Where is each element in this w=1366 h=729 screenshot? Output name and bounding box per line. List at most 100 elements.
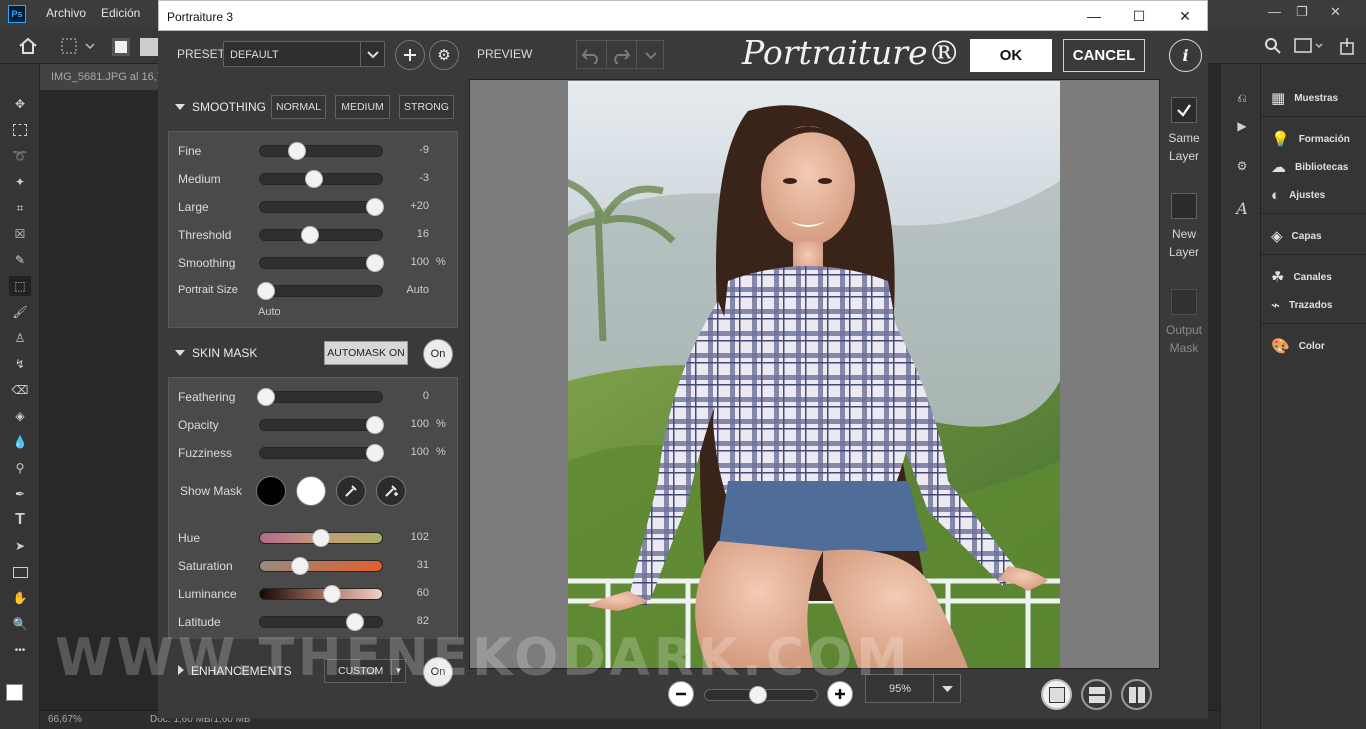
smoothing-strong-button[interactable]: STRONG xyxy=(399,95,454,119)
slider-hue[interactable]: Hue 102 xyxy=(169,527,459,549)
ps-search-icon[interactable] xyxy=(1264,37,1282,55)
history-brush-icon[interactable]: ↯ xyxy=(9,354,31,374)
panel-muestras[interactable]: ▦ Muestras xyxy=(1271,88,1338,108)
ps-minimize-icon[interactable]: — xyxy=(1268,4,1281,19)
enhancements-toggle[interactable]: On xyxy=(423,657,453,687)
bucket-icon[interactable]: ◈ xyxy=(9,406,31,426)
slider-portrait-size[interactable]: Portrait Size Auto xyxy=(169,280,459,302)
selection-new-icon[interactable] xyxy=(112,38,130,56)
slider-luminance[interactable]: Luminance 60 xyxy=(169,583,459,605)
hand-tool-icon[interactable]: ✋ xyxy=(9,588,31,608)
rectangle-tool-icon[interactable] xyxy=(9,562,31,582)
menu-archivo[interactable]: Archivo xyxy=(46,6,86,20)
zoom-select[interactable]: 95% xyxy=(865,674,961,703)
preset-dropdown-button[interactable] xyxy=(360,42,384,66)
show-mask-white-button[interactable] xyxy=(296,476,326,506)
slider-large[interactable]: Large +20 xyxy=(169,196,459,218)
actions-panel-icon[interactable]: ▶ xyxy=(1231,116,1253,136)
dodge-icon[interactable]: ⚲ xyxy=(9,458,31,478)
slider-knob[interactable] xyxy=(287,142,306,160)
enhancements-mode-select[interactable]: CUSTOM ▼ xyxy=(324,659,406,683)
panel-formacion[interactable]: 💡 Formación xyxy=(1271,129,1350,149)
marquee-tool-icon[interactable] xyxy=(60,37,94,55)
dialog-minimize-icon[interactable]: — xyxy=(1079,5,1109,27)
automask-button[interactable]: AUTOMASK ON xyxy=(324,341,408,365)
magic-wand-icon[interactable]: ✦ xyxy=(9,172,31,192)
healing-icon[interactable]: ⬚ xyxy=(9,276,31,296)
zoom-dropdown-button[interactable] xyxy=(933,675,960,702)
slider-threshold[interactable]: Threshold 16 xyxy=(169,224,459,246)
character-panel-icon[interactable]: A xyxy=(1231,198,1253,218)
enhancements-header[interactable]: ENHANCEMENTS xyxy=(191,664,292,678)
view-single-button[interactable] xyxy=(1041,679,1072,710)
cancel-button[interactable]: CANCEL xyxy=(1063,39,1145,72)
share-icon[interactable] xyxy=(1338,37,1356,55)
panel-color[interactable]: 🎨 Color xyxy=(1271,336,1325,356)
info-button[interactable]: i xyxy=(1169,39,1202,72)
slider-knob[interactable] xyxy=(304,170,323,188)
eyedropper-add-button[interactable] xyxy=(376,476,406,506)
new-layer-checkbox[interactable] xyxy=(1171,193,1197,219)
panel-canales[interactable]: ☘ Canales xyxy=(1271,267,1332,287)
zoom-slider[interactable] xyxy=(704,686,818,704)
history-chevron-down-icon[interactable] xyxy=(641,46,661,64)
slider-knob[interactable] xyxy=(257,282,276,300)
smoothing-normal-button[interactable]: NORMAL xyxy=(271,95,326,119)
slider-saturation[interactable]: Saturation 31 xyxy=(169,555,459,577)
panel-trazados[interactable]: ⌁ Trazados xyxy=(1271,295,1332,315)
skin-mask-header[interactable]: SKIN MASK xyxy=(175,346,257,360)
redo-icon[interactable] xyxy=(611,46,631,64)
lasso-icon[interactable]: ➰ xyxy=(9,146,31,166)
frame-icon[interactable]: ☒ xyxy=(9,224,31,244)
panel-ajustes[interactable]: ◐ Ajustes xyxy=(1271,185,1325,205)
dialog-close-icon[interactable]: ✕ xyxy=(1170,5,1200,27)
more-tools-icon[interactable]: ••• xyxy=(9,640,31,660)
view-split-vertical-button[interactable] xyxy=(1121,679,1152,710)
panel-capas[interactable]: ◈ Capas xyxy=(1271,226,1322,246)
slider-feathering[interactable]: Feathering 0 xyxy=(169,386,459,408)
show-mask-black-button[interactable] xyxy=(256,476,286,506)
slider-knob[interactable] xyxy=(365,444,384,462)
ps-close-icon[interactable]: ✕ xyxy=(1330,4,1341,20)
slider-knob[interactable] xyxy=(257,388,276,406)
preview-area[interactable] xyxy=(469,79,1160,669)
slider-latitude[interactable]: Latitude 82 xyxy=(169,611,459,633)
slider-fine[interactable]: Fine -9 xyxy=(169,140,459,162)
pen-icon[interactable]: ✒ xyxy=(9,484,31,504)
output-mask-checkbox[interactable] xyxy=(1171,289,1197,315)
zoom-in-button[interactable] xyxy=(827,681,853,707)
slider-fuzziness[interactable]: Fuzziness 100% xyxy=(169,442,459,464)
preset-select[interactable]: DEFAULT xyxy=(223,41,385,67)
slider-knob[interactable] xyxy=(365,254,384,272)
slider-knob[interactable] xyxy=(365,198,384,216)
enhancements-collapse-icon[interactable] xyxy=(178,665,184,675)
smoothing-medium-button[interactable]: MEDIUM xyxy=(335,95,390,119)
move-tool-icon[interactable]: ✥ xyxy=(9,94,31,114)
zoom-slider-knob[interactable] xyxy=(748,686,767,704)
slider-medium[interactable]: Medium -3 xyxy=(169,168,459,190)
home-icon[interactable] xyxy=(18,37,38,55)
slider-knob[interactable] xyxy=(312,529,330,547)
workspace-icon[interactable] xyxy=(1294,38,1324,54)
document-tab[interactable]: IMG_5681.JPG al 16,7 xyxy=(40,64,163,90)
slider-knob[interactable] xyxy=(365,416,384,434)
preset-settings-button[interactable]: ⚙ xyxy=(429,40,459,70)
menu-edicion[interactable]: Edición xyxy=(101,6,140,20)
type-tool-icon[interactable]: T xyxy=(9,510,31,530)
view-split-horizontal-button[interactable] xyxy=(1081,679,1112,710)
blur-icon[interactable]: 💧 xyxy=(9,432,31,452)
slider-knob[interactable] xyxy=(346,613,365,631)
skin-mask-toggle[interactable]: On xyxy=(423,339,453,369)
foreground-color-swatch[interactable] xyxy=(6,684,23,701)
history-panel-icon[interactable]: ⎌ xyxy=(1231,88,1253,108)
panel-bibliotecas[interactable]: ☁ Bibliotecas xyxy=(1271,157,1348,177)
eraser-icon[interactable]: ⌫ xyxy=(9,380,31,400)
zoom-out-button[interactable] xyxy=(668,681,694,707)
eyedropper-button[interactable] xyxy=(336,476,366,506)
ps-restore-icon[interactable]: ❐ xyxy=(1296,4,1308,20)
crop-icon[interactable]: ⌗ xyxy=(9,198,31,218)
slider-smoothing[interactable]: Smoothing 100% xyxy=(169,252,459,274)
eyedropper-icon[interactable]: ✎ xyxy=(9,250,31,270)
add-preset-button[interactable] xyxy=(395,40,425,70)
selection-add-icon[interactable] xyxy=(140,38,158,56)
